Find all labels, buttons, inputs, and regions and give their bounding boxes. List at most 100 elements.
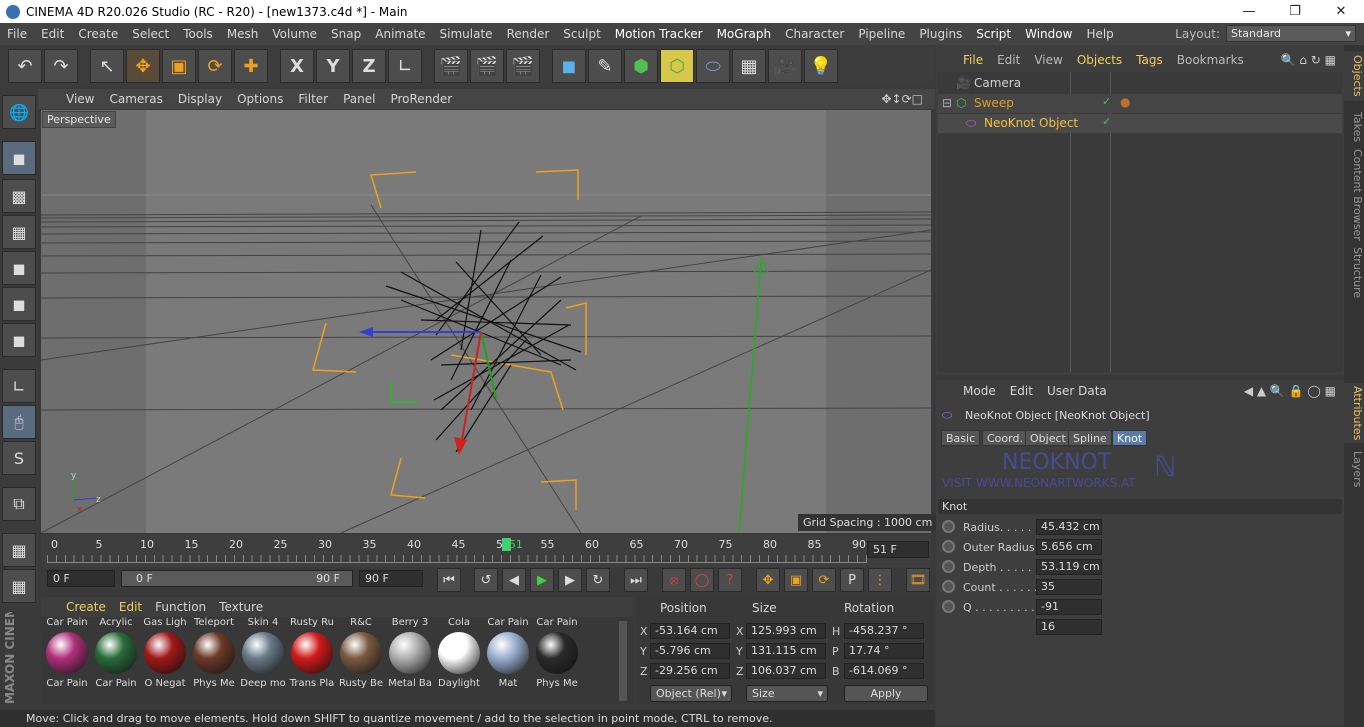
coordinate-system-icon[interactable]: ∟: [388, 49, 422, 83]
rotate-icon[interactable]: ⟳: [198, 49, 232, 83]
polygons-mode-icon[interactable]: ◼: [2, 323, 36, 357]
light-icon[interactable]: 💡: [804, 49, 838, 83]
material-preview[interactable]: [193, 632, 235, 674]
material-preview[interactable]: [340, 632, 382, 674]
key-position-icon[interactable]: ✥: [756, 568, 780, 592]
material-swatch[interactable]: Rusty Ru Trans Pla: [288, 617, 336, 689]
render-settings-icon[interactable]: 🎬: [506, 49, 540, 83]
minimize-button[interactable]: —: [1226, 0, 1272, 23]
objects-menu-bookmarks[interactable]: Bookmarks: [1177, 53, 1244, 67]
material-swatch[interactable]: R&C Rusty Be: [337, 617, 385, 689]
playhead[interactable]: [502, 538, 511, 551]
objects-menu-view[interactable]: View: [1034, 53, 1062, 67]
position-y-field[interactable]: -5.796 cm: [650, 643, 730, 659]
play-icon[interactable]: ▶: [530, 568, 554, 592]
objects-menu-edit[interactable]: Edit: [997, 53, 1020, 67]
material-menu-texture[interactable]: Texture: [219, 600, 263, 614]
side-tab-attributes[interactable]: Attributes: [1344, 383, 1364, 443]
material-preview[interactable]: [95, 632, 137, 674]
move-icon[interactable]: ✥: [126, 49, 160, 83]
menu-plugins[interactable]: Plugins: [912, 27, 969, 41]
viewport-nav-icons[interactable]: ✥↕⟳□: [881, 92, 923, 106]
menu-create[interactable]: Create: [71, 27, 125, 41]
apply-button[interactable]: Apply: [844, 685, 928, 702]
material-preview[interactable]: [438, 632, 480, 674]
key-scale-icon[interactable]: ▣: [784, 568, 808, 592]
magnet-icon[interactable]: ⧉: [2, 487, 36, 521]
q-anim-icon[interactable]: [942, 600, 955, 613]
attr-menu-userdata[interactable]: User Data: [1047, 384, 1107, 398]
menu-pipeline[interactable]: Pipeline: [851, 27, 912, 41]
material-preview[interactable]: [389, 632, 431, 674]
rotation-p-field[interactable]: 17.74 °: [844, 643, 924, 659]
size-mode-select[interactable]: Size ▾: [746, 685, 828, 702]
material-scrollbar[interactable]: [619, 621, 627, 701]
material-tag-icon[interactable]: ●: [1120, 95, 1130, 109]
viewport-menu-filter[interactable]: Filter: [298, 92, 328, 106]
enabled-check-icon[interactable]: ✓: [1102, 115, 1111, 128]
menu-mograph[interactable]: MoGraph: [710, 27, 779, 41]
close-button[interactable]: ✕: [1318, 0, 1364, 23]
material-preview[interactable]: [487, 632, 529, 674]
goto-prev-key-icon[interactable]: ↺: [474, 568, 498, 592]
coord-mode-select[interactable]: Object (Rel) ▾: [650, 685, 732, 702]
viewport-menu-display[interactable]: Display: [178, 92, 222, 106]
q-field[interactable]: -91: [1036, 599, 1102, 615]
menu-character[interactable]: Character: [778, 27, 851, 41]
key-rotation-icon[interactable]: ⟳: [812, 568, 836, 592]
x-axis-icon[interactable]: X: [280, 49, 314, 83]
render-view-icon[interactable]: 🎬: [434, 49, 468, 83]
size-x-field[interactable]: 125.993 cm: [746, 623, 826, 639]
keyframe-selection-icon[interactable]: ?: [718, 568, 742, 592]
viewport-menu-panel[interactable]: Panel: [343, 92, 375, 106]
goto-end-icon[interactable]: ⏭: [624, 568, 648, 592]
cube-icon[interactable]: ◼: [552, 49, 586, 83]
material-swatch[interactable]: Acrylic Car Pain: [92, 617, 140, 689]
menu-help[interactable]: Help: [1079, 27, 1120, 41]
lock-workplane-icon[interactable]: ▦: [2, 533, 36, 567]
side-tab-content-browser[interactable]: Content Browser: [1344, 149, 1364, 241]
menu-render[interactable]: Render: [500, 27, 557, 41]
viewport-3d[interactable]: y z x: [41, 110, 931, 533]
deformer-icon[interactable]: ⬭: [696, 49, 730, 83]
menu-script[interactable]: Script: [969, 27, 1018, 41]
object-row-neoknot[interactable]: ⬭ NeoKnot Object ✓: [938, 114, 1342, 133]
side-tab-layers[interactable]: Layers: [1344, 449, 1364, 489]
material-menu-function[interactable]: Function: [155, 600, 206, 614]
objects-menu-file[interactable]: File: [963, 53, 983, 67]
menu-window[interactable]: Window: [1018, 27, 1079, 41]
material-preview[interactable]: [291, 632, 333, 674]
objects-menu-tags[interactable]: Tags: [1136, 53, 1163, 67]
material-swatch[interactable]: Teleport Phys Me: [190, 617, 238, 689]
floor-icon[interactable]: ▦: [732, 49, 766, 83]
pen-icon[interactable]: ✎: [588, 49, 622, 83]
select-icon[interactable]: ↖: [90, 49, 124, 83]
edges-mode-icon[interactable]: ◼: [2, 287, 36, 321]
viewport-menu-prorender[interactable]: ProRender: [390, 92, 452, 106]
goto-start-icon[interactable]: ⏮: [437, 568, 461, 592]
end-frame-field[interactable]: 90 F: [359, 570, 423, 587]
viewport-menu-options[interactable]: Options: [237, 92, 283, 106]
attr-nav-icons[interactable]: ◀ ▲ 🔍 🔒 ◯ ▦: [1244, 384, 1336, 398]
frame-range-slider[interactable]: 0 F 90 F: [121, 570, 353, 587]
points-mode-icon[interactable]: ◼: [2, 251, 36, 285]
material-menu-edit[interactable]: Edit: [119, 600, 142, 614]
side-tab-structure[interactable]: Structure: [1344, 245, 1364, 301]
material-preview[interactable]: [46, 632, 88, 674]
workplane-icon[interactable]: ▦: [2, 215, 36, 249]
count-anim-icon[interactable]: [942, 580, 955, 593]
menu-select[interactable]: Select: [125, 27, 176, 41]
z-axis-icon[interactable]: Z: [352, 49, 386, 83]
start-frame-field[interactable]: 0 F: [47, 570, 115, 587]
menu-file[interactable]: File: [0, 27, 34, 41]
object-manager-tools[interactable]: 🔍 ⌂ ↻ ▦: [1281, 53, 1336, 67]
menu-snap[interactable]: Snap: [324, 27, 368, 41]
material-swatch[interactable]: Gas Ligh O Negat: [141, 617, 189, 689]
menu-sculpt[interactable]: Sculpt: [556, 27, 607, 41]
material-swatch[interactable]: Berry 3 Metal Ba: [386, 617, 434, 689]
object-row-camera[interactable]: 🎥 Camera: [938, 74, 1342, 93]
menu-animate[interactable]: Animate: [368, 27, 432, 41]
side-tab-objects[interactable]: Objects: [1344, 51, 1364, 101]
side-tab-takes[interactable]: Takes: [1344, 107, 1364, 147]
tab-object[interactable]: Object: [1025, 430, 1071, 446]
